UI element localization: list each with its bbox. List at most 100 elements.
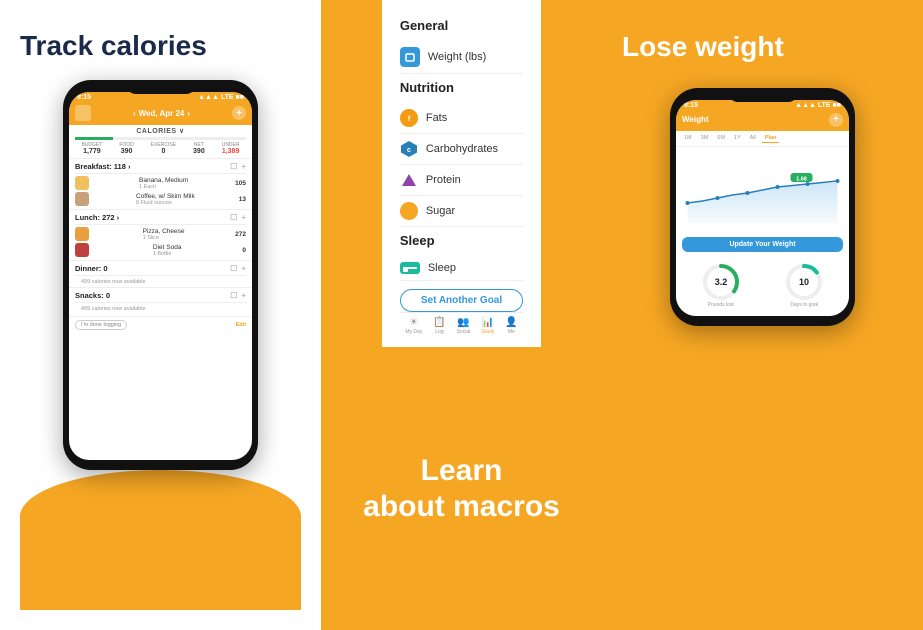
dinner-avail: 499 calories now available — [75, 278, 246, 286]
macro-under: UNDER 1,389 — [222, 142, 240, 155]
done-row: I'm done logging Edit — [69, 316, 252, 333]
dinner-header: Dinner: 0 ☐ + — [75, 264, 246, 276]
pounds-value: 3.2 — [714, 277, 727, 287]
edit-button[interactable]: Edit — [236, 322, 246, 328]
macro-budget: BUDGET 1,779 — [81, 142, 102, 155]
breakfast-title: Breakfast: 118 › — [75, 162, 130, 171]
tab-goals[interactable]: 📊 Goals — [481, 317, 494, 335]
done-logging-button[interactable]: I'm done logging — [75, 320, 127, 330]
banana-info: Banana, Medium 1 Each — [139, 177, 188, 190]
add-dinner-icon[interactable]: + — [241, 264, 246, 273]
dinner-title: Dinner: 0 — [75, 264, 108, 273]
sleep-label: Sleep — [428, 262, 456, 274]
center-panel: General Weight (lbs) Nutrition f Fats c … — [321, 0, 602, 630]
goal-protein[interactable]: Protein — [400, 165, 523, 196]
camera-icon-snacks[interactable]: ☐ — [230, 291, 237, 300]
center-white-area: General Weight (lbs) Nutrition f Fats c … — [382, 0, 541, 347]
carbs-icon: c — [400, 140, 418, 158]
tab-6m[interactable]: 6M — [714, 134, 728, 143]
lte-label: LTE ■■ — [221, 94, 244, 101]
right-phone-notch — [728, 88, 798, 102]
add-button[interactable]: + — [232, 106, 246, 120]
left-panel: Track calories 8:15 ▲▲▲ LTE ■■ — [0, 0, 321, 630]
learn-line2: about macros — [363, 489, 560, 525]
camera-icon-lunch[interactable]: ☐ — [230, 213, 237, 222]
soda-info: Diet Soda 1 Bottle — [153, 244, 182, 257]
fats-icon: f — [400, 109, 418, 127]
pizza-info: Pizza, Cheese 1 Slice — [143, 228, 185, 241]
add-snacks-icon[interactable]: + — [241, 291, 246, 300]
snacks-section: Snacks: 0 ☐ + 499 calories now available — [69, 287, 252, 314]
macro-exercise: EXERCISE 0 — [151, 142, 176, 155]
chart-tabs: 1M 3M 6M 1Y All Plan — [676, 131, 849, 147]
stats-row: 3.2 Pounds lost 10 Days to goal — [676, 255, 849, 316]
pounds-lost-stat: 3.2 Pounds lost — [682, 259, 760, 312]
tab-1m[interactable]: 1M — [681, 134, 695, 143]
right-panel: Lose weight 8:15 ▲▲▲ LTE ■■ Weight + 1M … — [602, 0, 923, 630]
calories-tab[interactable]: CALORIES ∨ — [69, 125, 252, 137]
tab-bar: ☀ My Day 📋 Log 👥 Social 📊 Goals 👤 Me — [400, 312, 523, 339]
tab-me-label: Me — [508, 329, 515, 335]
camera-icon[interactable]: ☐ — [230, 162, 237, 171]
add-meal-icon[interactable]: + — [241, 162, 246, 171]
pounds-circle: 3.2 — [702, 263, 740, 301]
goal-sleep[interactable]: Sleep — [400, 256, 523, 281]
tab-social[interactable]: 👥 Social — [457, 317, 471, 335]
goal-weight[interactable]: Weight (lbs) — [400, 41, 523, 74]
camera-icon-dinner[interactable]: ☐ — [230, 264, 237, 273]
date-label: Wed, Apr 24 — [139, 109, 185, 118]
tab-3m[interactable]: 3M — [698, 134, 712, 143]
weight-chart: 1.68 — [676, 147, 849, 234]
add-lunch-icon[interactable]: + — [241, 213, 246, 222]
tab-plan[interactable]: Plan — [762, 134, 780, 143]
goal-fats[interactable]: f Fats — [400, 103, 523, 134]
prev-chevron[interactable]: ‹ — [133, 109, 136, 118]
lunch-section: Lunch: 272 › ☐ + Pizza, Cheese 1 Slice — [69, 209, 252, 260]
tab-log[interactable]: 📋 Log — [433, 317, 445, 335]
meal-action-icons: ☐ + — [230, 162, 246, 171]
right-phone-frame: 8:15 ▲▲▲ LTE ■■ Weight + 1M 3M 6M 1Y All… — [670, 88, 855, 326]
lunch-title: Lunch: 272 › — [75, 213, 119, 222]
sugar-icon — [400, 202, 418, 220]
right-heading: Lose weight — [622, 30, 784, 64]
goal-carbs[interactable]: c Carbohydrates — [400, 134, 523, 165]
weight-page-title: Weight — [682, 115, 709, 124]
tab-all[interactable]: All — [747, 134, 759, 143]
right-add-button[interactable]: + — [829, 113, 843, 127]
breakfast-header: Breakfast: 118 › ☐ + — [75, 162, 246, 174]
left-phone-screen: 8:15 ▲▲▲ LTE ■■ ‹ Wed, Apr 24 › — [69, 92, 252, 460]
goal-sugar[interactable]: Sugar — [400, 196, 523, 227]
tab-1y[interactable]: 1Y — [731, 134, 744, 143]
next-chevron[interactable]: › — [187, 109, 190, 118]
tab-log-label: Log — [435, 329, 443, 335]
days-label: Days to goal — [790, 302, 818, 308]
nav-date-row: ‹ Wed, Apr 24 › — [133, 109, 190, 118]
coffee-thumb — [75, 192, 89, 206]
center-bottom-text: Learn about macros — [347, 347, 576, 630]
svg-text:1.68: 1.68 — [796, 176, 807, 182]
sugar-label: Sugar — [426, 205, 455, 217]
days-circle: 10 — [785, 263, 823, 301]
center-bottom-heading: Learn about macros — [363, 453, 560, 525]
sleep-icon — [400, 262, 420, 274]
set-goal-button[interactable]: Set Another Goal — [400, 289, 523, 312]
right-phone-screen: 8:15 ▲▲▲ LTE ■■ Weight + 1M 3M 6M 1Y All… — [676, 100, 849, 316]
fats-label: Fats — [426, 112, 447, 124]
status-icons: ▲▲▲ LTE ■■ — [198, 94, 244, 101]
days-value: 10 — [799, 277, 809, 287]
phone-header: ‹ Wed, Apr 24 › + — [69, 103, 252, 125]
app-icon — [75, 105, 91, 121]
tab-social-label: Social — [457, 329, 471, 335]
macro-net: NET 390 — [193, 142, 205, 155]
tab-me[interactable]: 👤 Me — [505, 317, 517, 335]
general-section-title: General — [400, 18, 523, 33]
protein-label: Protein — [426, 174, 461, 186]
tab-my-day[interactable]: ☀ My Day — [405, 317, 422, 335]
food-pizza: Pizza, Cheese 1 Slice 272 — [75, 227, 246, 241]
right-status-time: 8:15 — [684, 102, 698, 109]
left-heading: Track calories — [20, 30, 207, 62]
pounds-label: Pounds lost — [708, 302, 734, 308]
update-weight-button[interactable]: Update Your Weight — [682, 237, 843, 252]
weight-icon — [400, 47, 420, 67]
right-phone-header: Weight + — [676, 111, 849, 131]
